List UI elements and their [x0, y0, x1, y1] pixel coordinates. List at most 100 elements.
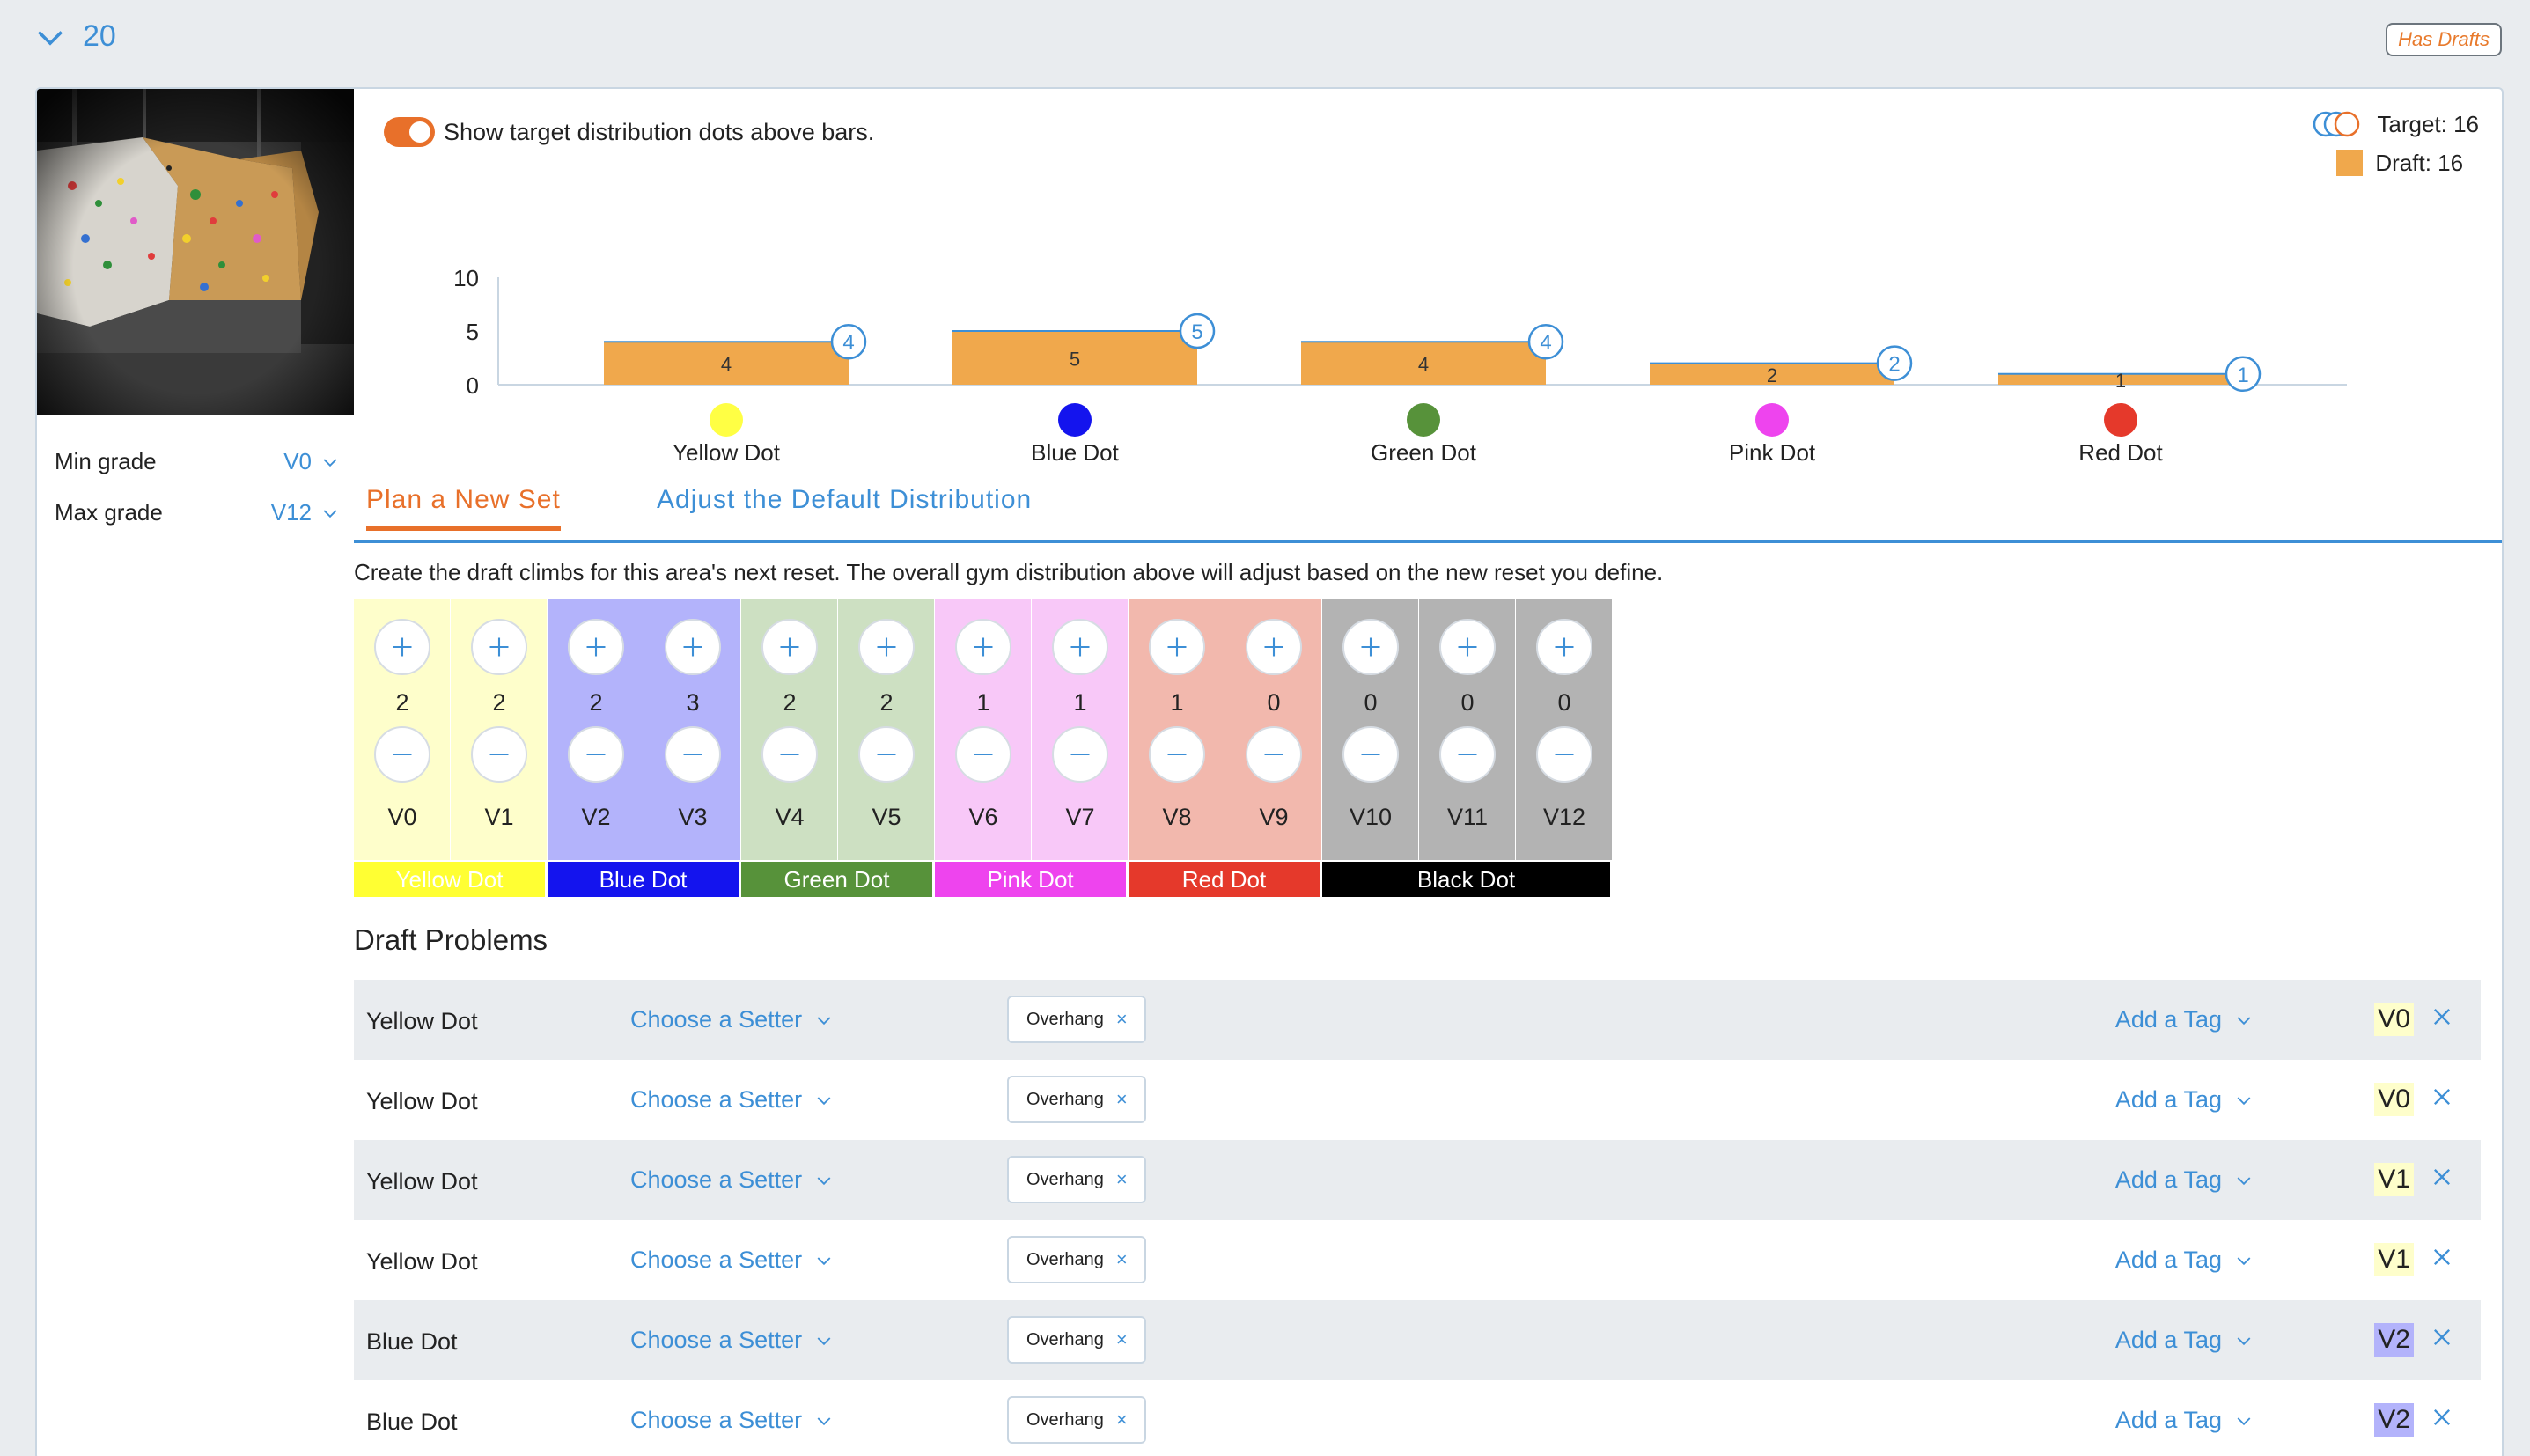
- minus-icon: [780, 753, 799, 756]
- add-tag-select[interactable]: Add a Tag: [2115, 1246, 2252, 1274]
- decrement-button[interactable]: [665, 726, 721, 783]
- color-group-label: Yellow Dot: [354, 862, 548, 897]
- setter-select[interactable]: Choose a Setter: [630, 1327, 832, 1354]
- add-tag-select[interactable]: Add a Tag: [2115, 1407, 2252, 1434]
- decrement-button[interactable]: [1439, 726, 1496, 783]
- draft-problem-row: Yellow Dot Choose a Setter Overhang × Add a …: [354, 980, 2481, 1060]
- remove-tag-icon[interactable]: ×: [1116, 1328, 1128, 1351]
- plus-icon: [393, 637, 412, 657]
- setter-select[interactable]: Choose a Setter: [630, 1166, 832, 1194]
- minus-icon: [1167, 753, 1187, 756]
- increment-button[interactable]: [761, 619, 818, 675]
- increment-button[interactable]: [471, 619, 527, 675]
- climb-color: Yellow Dot: [366, 1008, 478, 1034]
- decrement-button[interactable]: [761, 726, 818, 783]
- setter-select-label: Choose a Setter: [630, 1006, 803, 1033]
- tag-chip-label: Overhang: [1026, 1409, 1104, 1430]
- increment-button[interactable]: [1246, 619, 1302, 675]
- chevron-down-icon: [37, 30, 63, 46]
- increment-button[interactable]: [1052, 619, 1108, 675]
- add-tag-select[interactable]: Add a Tag: [2115, 1327, 2252, 1354]
- increment-button[interactable]: [374, 619, 430, 675]
- decrement-button[interactable]: [374, 726, 430, 783]
- decrement-button[interactable]: [1052, 726, 1108, 783]
- chevron-down-icon: [817, 1416, 831, 1425]
- decrement-button[interactable]: [858, 726, 915, 783]
- tab-plan-new-set[interactable]: Plan a New Set: [366, 485, 561, 531]
- grade-badge: V2: [2374, 1403, 2414, 1437]
- increment-button[interactable]: [858, 619, 915, 675]
- bar-value-label: 1: [2115, 370, 2126, 392]
- grade-column: 0 V9: [1225, 599, 1322, 860]
- setter-select[interactable]: Choose a Setter: [630, 1407, 832, 1434]
- minus-icon: [1361, 753, 1380, 756]
- decrement-button[interactable]: [955, 726, 1011, 783]
- grade-stepper-grid: 2 V0 2 V1 2 V2 3 V3 2 V4 2 V5 1 V6 1 V7 1 V8 0 V9 0 V10 0 V11 0 V…: [354, 599, 1613, 860]
- setter-select[interactable]: Choose a Setter: [630, 1086, 832, 1114]
- tag-chip: Overhang ×: [1007, 1396, 1146, 1444]
- add-tag-select[interactable]: Add a Tag: [2115, 1086, 2252, 1114]
- tag-chip: Overhang ×: [1007, 1236, 1146, 1283]
- add-tag-select[interactable]: Add a Tag: [2115, 1006, 2252, 1033]
- grade-name: V4: [775, 804, 805, 830]
- increment-button[interactable]: [955, 619, 1011, 675]
- grade-column: 3 V3: [644, 599, 741, 860]
- category-color-dot: [1058, 403, 1092, 437]
- increment-button[interactable]: [1149, 619, 1205, 675]
- remove-tag-icon[interactable]: ×: [1116, 1008, 1128, 1031]
- minus-icon: [393, 753, 412, 756]
- remove-tag-icon[interactable]: ×: [1116, 1248, 1128, 1271]
- decrement-button[interactable]: [1342, 726, 1399, 783]
- category-color-dot: [2104, 403, 2137, 437]
- delete-problem-icon[interactable]: [2430, 1085, 2454, 1109]
- target-dots-toggle[interactable]: [384, 117, 435, 147]
- setter-select[interactable]: Choose a Setter: [630, 1006, 832, 1033]
- delete-problem-icon[interactable]: [2430, 1405, 2454, 1430]
- increment-button[interactable]: [1439, 619, 1496, 675]
- max-grade-select[interactable]: V12: [271, 499, 338, 526]
- grade-name: V6: [968, 804, 998, 830]
- delete-problem-icon[interactable]: [2430, 1325, 2454, 1349]
- setter-select-label: Choose a Setter: [630, 1327, 803, 1353]
- grade-name: V10: [1349, 804, 1393, 830]
- setter-select-label: Choose a Setter: [630, 1407, 803, 1433]
- min-grade-select[interactable]: V0: [283, 448, 338, 475]
- grade-count: 1: [1170, 689, 1184, 716]
- grade-count: 0: [1267, 689, 1281, 716]
- delete-problem-icon[interactable]: [2430, 1004, 2454, 1029]
- increment-button[interactable]: [1536, 619, 1592, 675]
- bar-value-label: 4: [1418, 354, 1429, 376]
- decrement-button[interactable]: [1536, 726, 1592, 783]
- increment-button[interactable]: [665, 619, 721, 675]
- tag-chip-label: Overhang: [1026, 1249, 1104, 1269]
- decrement-button[interactable]: [471, 726, 527, 783]
- decrement-button[interactable]: [1149, 726, 1205, 783]
- remove-tag-icon[interactable]: ×: [1116, 1408, 1128, 1431]
- grade-count: 1: [976, 689, 990, 716]
- setter-select[interactable]: Choose a Setter: [630, 1246, 832, 1274]
- grade-name: V7: [1065, 804, 1095, 830]
- plus-icon: [1458, 637, 1477, 657]
- delete-problem-icon[interactable]: [2430, 1245, 2454, 1269]
- decrement-button[interactable]: [1246, 726, 1302, 783]
- climb-color: Yellow Dot: [366, 1168, 478, 1195]
- decrement-button[interactable]: [568, 726, 624, 783]
- chevron-down-icon: [323, 509, 337, 518]
- tag-chip-label: Overhang: [1026, 1329, 1104, 1349]
- area-card: Min grade V0 Max grade V12 Show target d…: [35, 87, 2504, 1456]
- tab-adjust-default[interactable]: Adjust the Default Distribution: [657, 485, 1032, 531]
- has-drafts-badge: Has Drafts: [2386, 23, 2502, 56]
- delete-problem-icon[interactable]: [2430, 1165, 2454, 1189]
- increment-button[interactable]: [568, 619, 624, 675]
- target-dot-label: 4: [1540, 331, 1551, 355]
- legend-draft-label: Draft: 16: [2375, 149, 2464, 176]
- increment-button[interactable]: [1342, 619, 1399, 675]
- remove-tag-icon[interactable]: ×: [1116, 1088, 1128, 1111]
- add-tag-label: Add a Tag: [2114, 1246, 2222, 1273]
- area-collapse-toggle[interactable]: 20: [35, 19, 116, 54]
- setter-select-label: Choose a Setter: [630, 1166, 803, 1193]
- remove-tag-icon[interactable]: ×: [1116, 1168, 1128, 1191]
- minus-icon: [974, 753, 993, 756]
- grade-name: V1: [484, 804, 514, 830]
- add-tag-select[interactable]: Add a Tag: [2115, 1166, 2252, 1194]
